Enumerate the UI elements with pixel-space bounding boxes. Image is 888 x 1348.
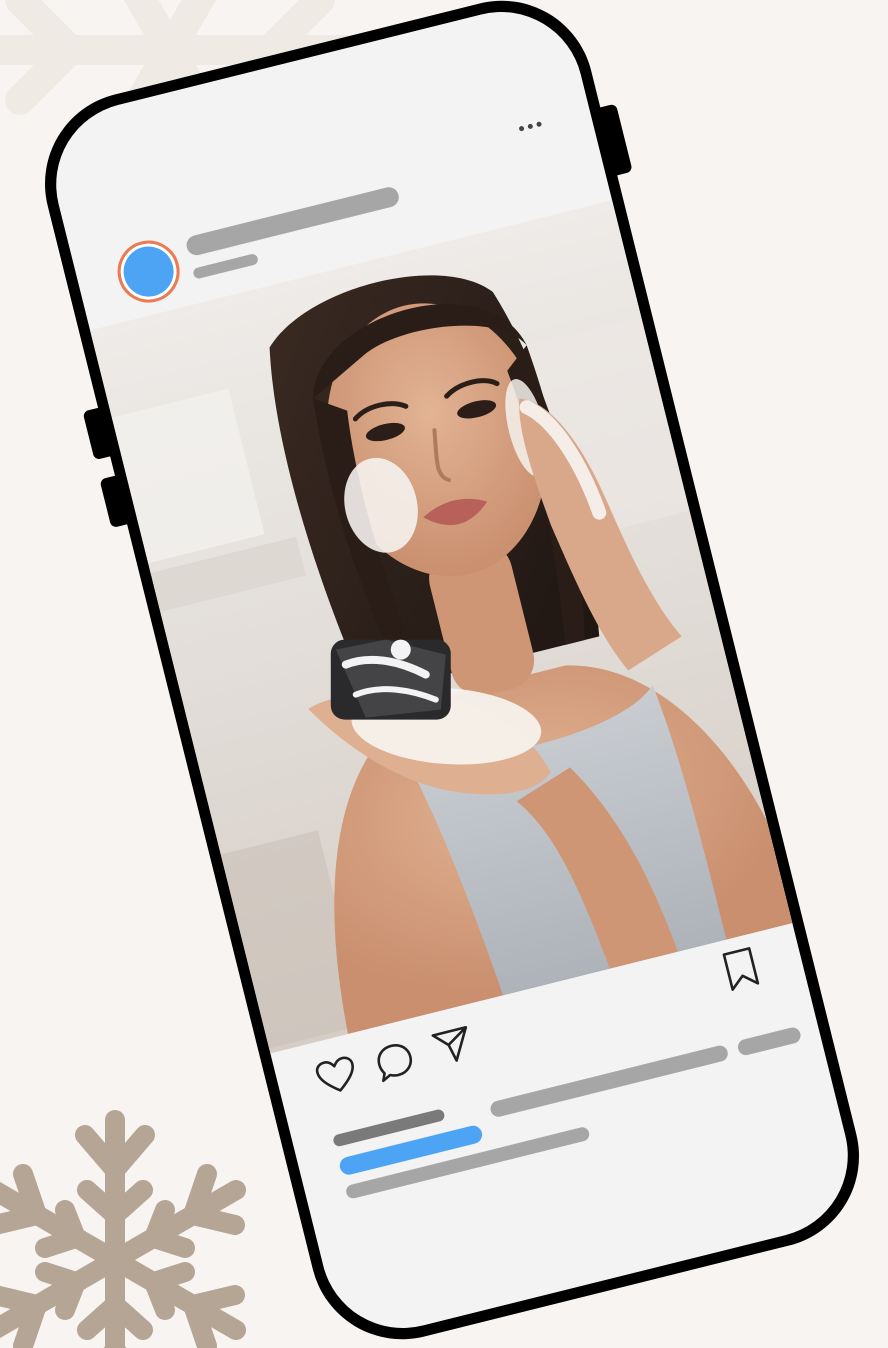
snowflake-bottom-decoration (0, 1110, 270, 1348)
post-photo[interactable] (90, 200, 793, 1054)
comment-icon[interactable] (367, 1034, 423, 1090)
promo-canvas (0, 0, 888, 1348)
caption-line-2-placeholder (736, 1025, 803, 1057)
save-icon[interactable] (713, 941, 769, 997)
like-icon[interactable] (309, 1048, 365, 1104)
username-placeholder[interactable] (184, 185, 401, 258)
location-placeholder (192, 252, 259, 280)
avatar[interactable] (111, 233, 187, 310)
more-options-icon[interactable] (518, 121, 543, 132)
share-icon[interactable] (425, 1017, 481, 1073)
